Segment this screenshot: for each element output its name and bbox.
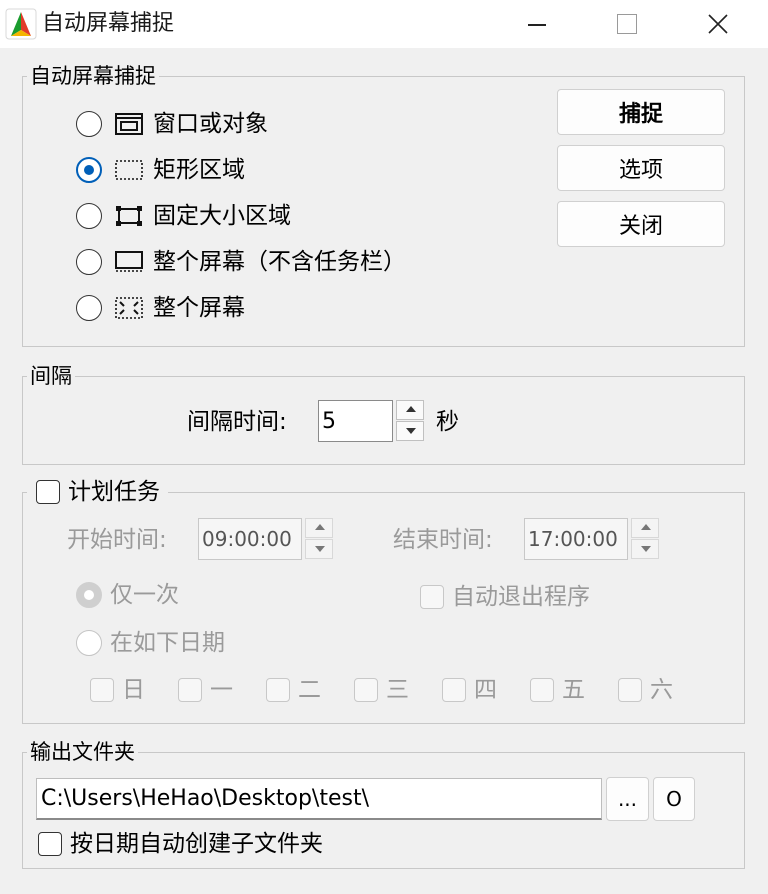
window-object-icon <box>115 113 143 135</box>
day-label: 四 <box>474 677 497 703</box>
interval-input[interactable]: 5 <box>318 400 393 442</box>
radio-screen-no-taskbar[interactable]: 整个屏幕（不含任务栏） <box>76 247 406 277</box>
day-checkbox[interactable] <box>90 678 114 702</box>
capture-dialog: 自动屏幕捕捉 自动屏幕捕捉 窗口或对象 矩形区域 固定大小区域 整个屏幕（不含任… <box>0 0 768 894</box>
spin-up-icon[interactable] <box>305 518 333 538</box>
radio-fixed-size-region[interactable]: 固定大小区域 <box>76 201 291 231</box>
browse-button[interactable]: ... <box>606 777 649 821</box>
start-time-spin-buttons <box>305 518 333 560</box>
maximize-icon[interactable] <box>580 0 672 48</box>
rectangle-region-icon <box>115 160 143 180</box>
day-checkbox-row[interactable]: 一 <box>178 675 233 705</box>
schedule-enable-checkbox-row[interactable]: 计划任务 <box>36 477 168 507</box>
output-path-input[interactable]: C:\Users\HeHao\Desktop\test\ <box>36 778 602 820</box>
subfolder-checkbox[interactable] <box>38 832 62 856</box>
schedule-enable-checkbox[interactable] <box>36 480 60 504</box>
spin-down-icon[interactable] <box>631 539 659 559</box>
once-label: 仅一次 <box>110 582 179 608</box>
day-label: 三 <box>386 677 409 703</box>
day-label: 五 <box>562 677 585 703</box>
window-title: 自动屏幕捕捉 <box>42 11 175 36</box>
radio-window-object[interactable]: 窗口或对象 <box>76 109 268 139</box>
full-screen-icon <box>115 297 143 319</box>
dates-label: 在如下日期 <box>110 630 225 656</box>
end-time-spinbox: 17:00:00 <box>524 518 659 560</box>
day-checkbox[interactable] <box>618 678 642 702</box>
option-label: 窗口或对象 <box>153 111 268 137</box>
interval-spin-buttons <box>396 400 424 442</box>
spin-up-icon[interactable] <box>396 400 424 420</box>
day-label: 一 <box>210 677 233 703</box>
start-time-spinbox: 09:00:00 <box>198 518 333 560</box>
option-label: 固定大小区域 <box>153 203 291 229</box>
subfolder-checkbox-row[interactable]: 按日期自动创建子文件夹 <box>38 829 323 859</box>
day-checkbox[interactable] <box>530 678 554 702</box>
color-wedge-icon <box>5 8 37 40</box>
end-time-input[interactable]: 17:00:00 <box>524 518 628 560</box>
fixed-size-region-icon <box>116 206 142 226</box>
end-time-spin-buttons <box>631 518 659 560</box>
radio-button-selected[interactable] <box>76 582 102 608</box>
day-label: 六 <box>650 677 673 703</box>
interval-group-legend: 间隔 <box>30 364 72 388</box>
radio-button-selected[interactable] <box>76 157 102 183</box>
start-time-label: 开始时间: <box>67 527 167 553</box>
day-checkbox-row[interactable]: 五 <box>530 675 585 705</box>
close-icon[interactable] <box>672 0 764 48</box>
schedule-legend: 计划任务 <box>68 479 160 505</box>
day-checkbox-row[interactable]: 四 <box>442 675 497 705</box>
day-checkbox-row[interactable]: 二 <box>266 675 321 705</box>
open-folder-button[interactable]: O <box>653 777 695 821</box>
auto-exit-checkbox-row[interactable]: 自动退出程序 <box>420 582 590 612</box>
option-label: 矩形区域 <box>153 157 245 183</box>
day-checkbox-row[interactable]: 日 <box>90 675 145 705</box>
radio-button[interactable] <box>76 111 102 137</box>
day-label: 二 <box>298 677 321 703</box>
day-label: 日 <box>122 677 145 703</box>
spin-down-icon[interactable] <box>305 539 333 559</box>
close-button[interactable]: 关闭 <box>557 201 725 247</box>
day-checkbox-row[interactable]: 三 <box>354 675 409 705</box>
auto-exit-checkbox[interactable] <box>420 585 444 609</box>
auto-exit-label: 自动退出程序 <box>452 584 590 610</box>
day-checkbox-row[interactable]: 六 <box>618 675 673 705</box>
interval-unit: 秒 <box>436 409 459 435</box>
radio-rectangle-region[interactable]: 矩形区域 <box>76 155 245 185</box>
day-checkbox[interactable] <box>354 678 378 702</box>
options-button[interactable]: 选项 <box>557 145 725 191</box>
screen-no-taskbar-icon <box>115 251 143 272</box>
option-label: 整个屏幕（不含任务栏） <box>153 249 406 275</box>
radio-button[interactable] <box>76 249 102 275</box>
option-label: 整个屏幕 <box>153 295 245 321</box>
radio-once[interactable]: 仅一次 <box>76 580 179 610</box>
output-group-legend: 输出文件夹 <box>30 740 135 764</box>
radio-button[interactable] <box>76 630 102 656</box>
interval-spinbox: 5 <box>318 400 424 442</box>
radio-full-screen[interactable]: 整个屏幕 <box>76 293 245 323</box>
minimize-icon[interactable] <box>492 0 584 48</box>
radio-button[interactable] <box>76 203 102 229</box>
spin-up-icon[interactable] <box>631 518 659 538</box>
capture-button[interactable]: 捕捉 <box>557 89 725 135</box>
radio-button[interactable] <box>76 295 102 321</box>
title-bar: 自动屏幕捕捉 <box>0 0 768 48</box>
subfolder-label: 按日期自动创建子文件夹 <box>70 831 323 857</box>
day-checkbox[interactable] <box>442 678 466 702</box>
start-time-input[interactable]: 09:00:00 <box>198 518 302 560</box>
interval-label: 间隔时间: <box>187 409 287 435</box>
end-time-label: 结束时间: <box>393 527 493 553</box>
day-checkbox[interactable] <box>266 678 290 702</box>
spin-down-icon[interactable] <box>396 421 424 441</box>
day-checkbox[interactable] <box>178 678 202 702</box>
capture-group-legend: 自动屏幕捕捉 <box>30 64 156 88</box>
radio-dates[interactable]: 在如下日期 <box>76 628 225 658</box>
